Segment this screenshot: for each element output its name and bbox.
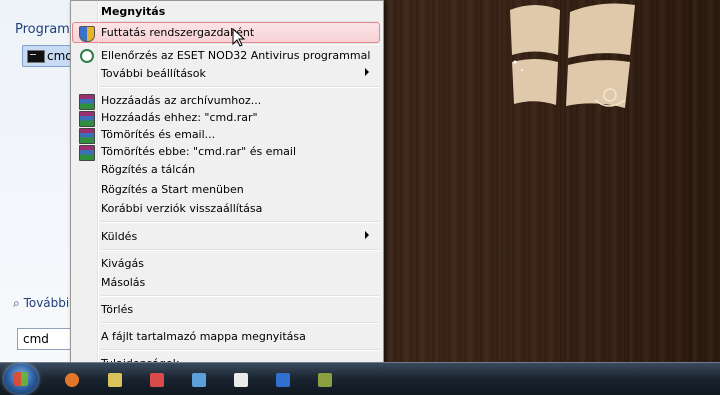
menu-item-label: Tömörítés ebbe: "cmd.rar" és email [101, 145, 297, 158]
menu-separator [101, 221, 379, 223]
menu-item-label: A fájlt tartalmazó mappa megnyitása [101, 330, 306, 343]
start-search-input[interactable]: cmd [17, 328, 78, 350]
media-player-icon[interactable] [108, 373, 122, 387]
menu-item-label: Ellenőrzés az ESET NOD32 Antivirus progr… [101, 49, 371, 62]
menu-item-open-file-location[interactable]: A fájlt tartalmazó mappa megnyitása [73, 327, 379, 347]
menu-item-pin-to-taskbar[interactable]: Rögzítés a tálcán [73, 160, 379, 180]
menu-item-label: További beállítások [101, 67, 206, 80]
menu-item-label: Kivágás [101, 257, 144, 270]
menu-item-restore-previous-versions[interactable]: Korábbi verziók visszaállítása [73, 199, 379, 219]
uac-shield-icon [79, 26, 95, 42]
download-icon[interactable] [276, 373, 290, 387]
firefox-icon[interactable] [65, 373, 79, 387]
tool-icon[interactable] [318, 373, 332, 387]
menu-item-copy[interactable]: Másolás [73, 273, 379, 293]
app-icon[interactable] [234, 373, 248, 387]
start-button[interactable] [4, 364, 38, 394]
submenu-arrow-icon [365, 68, 369, 76]
cmd-icon [27, 50, 45, 63]
programs-heading: Programo [15, 22, 78, 37]
windows-logo-icon [510, 3, 635, 108]
menu-item-delete[interactable]: Törlés [73, 300, 379, 320]
search-input-value: cmd [23, 332, 49, 346]
menu-item-label: Törlés [101, 303, 134, 316]
menu-separator [101, 349, 379, 351]
menu-item-cut[interactable]: Kivágás [73, 254, 379, 274]
menu-separator [101, 86, 379, 88]
menu-item-label: Rögzítés a Start menüben [101, 183, 244, 196]
submenu-arrow-icon [365, 231, 369, 239]
mouse-cursor-icon [232, 28, 246, 47]
see-more-results-label: További [23, 296, 70, 310]
menu-item-label: Küldés [101, 230, 138, 243]
context-menu: Megnyitás Futtatás rendszergazdaként Ell… [70, 0, 384, 379]
menu-item-run-as-admin[interactable]: Futtatás rendszergazdaként [72, 22, 380, 43]
menu-separator [101, 322, 379, 324]
menu-item-label: Rögzítés a tálcán [101, 163, 196, 176]
menu-separator [101, 249, 379, 251]
menu-item-label: Másolás [101, 276, 146, 289]
menu-item-label: Hozzáadás ehhez: "cmd.rar" [101, 111, 258, 124]
mail-icon[interactable] [150, 373, 164, 387]
menu-item-label: Megnyitás [101, 5, 166, 18]
menu-item-more-settings[interactable]: További beállítások [73, 64, 379, 84]
start-menu-panel: Programo cmd ⌕ További cmd [0, 0, 84, 362]
search-icon: ⌕ [13, 296, 20, 310]
menu-separator [101, 295, 379, 297]
taskbar [0, 362, 720, 395]
menu-item-eset-scan[interactable]: Ellenőrzés az ESET NOD32 Antivirus progr… [73, 46, 379, 66]
menu-item-compress-to-cmd-rar-and-email[interactable]: Tömörítés ebbe: "cmd.rar" és email [73, 142, 379, 162]
menu-item-pin-to-start-menu[interactable]: Rögzítés a Start menüben [73, 180, 379, 200]
eset-icon [80, 49, 94, 63]
winrar-icon [79, 145, 95, 161]
menu-item-send-to[interactable]: Küldés [73, 227, 379, 247]
menu-item-label: Korábbi verziók visszaállítása [101, 202, 263, 215]
menu-item-label: Tömörítés és email... [101, 128, 216, 141]
see-more-results-link[interactable]: ⌕ További [13, 296, 69, 311]
menu-item-open[interactable]: Megnyitás [73, 2, 379, 22]
network-icon[interactable] [192, 373, 206, 387]
menu-item-label: Hozzáadás az archívumhoz... [101, 94, 262, 107]
